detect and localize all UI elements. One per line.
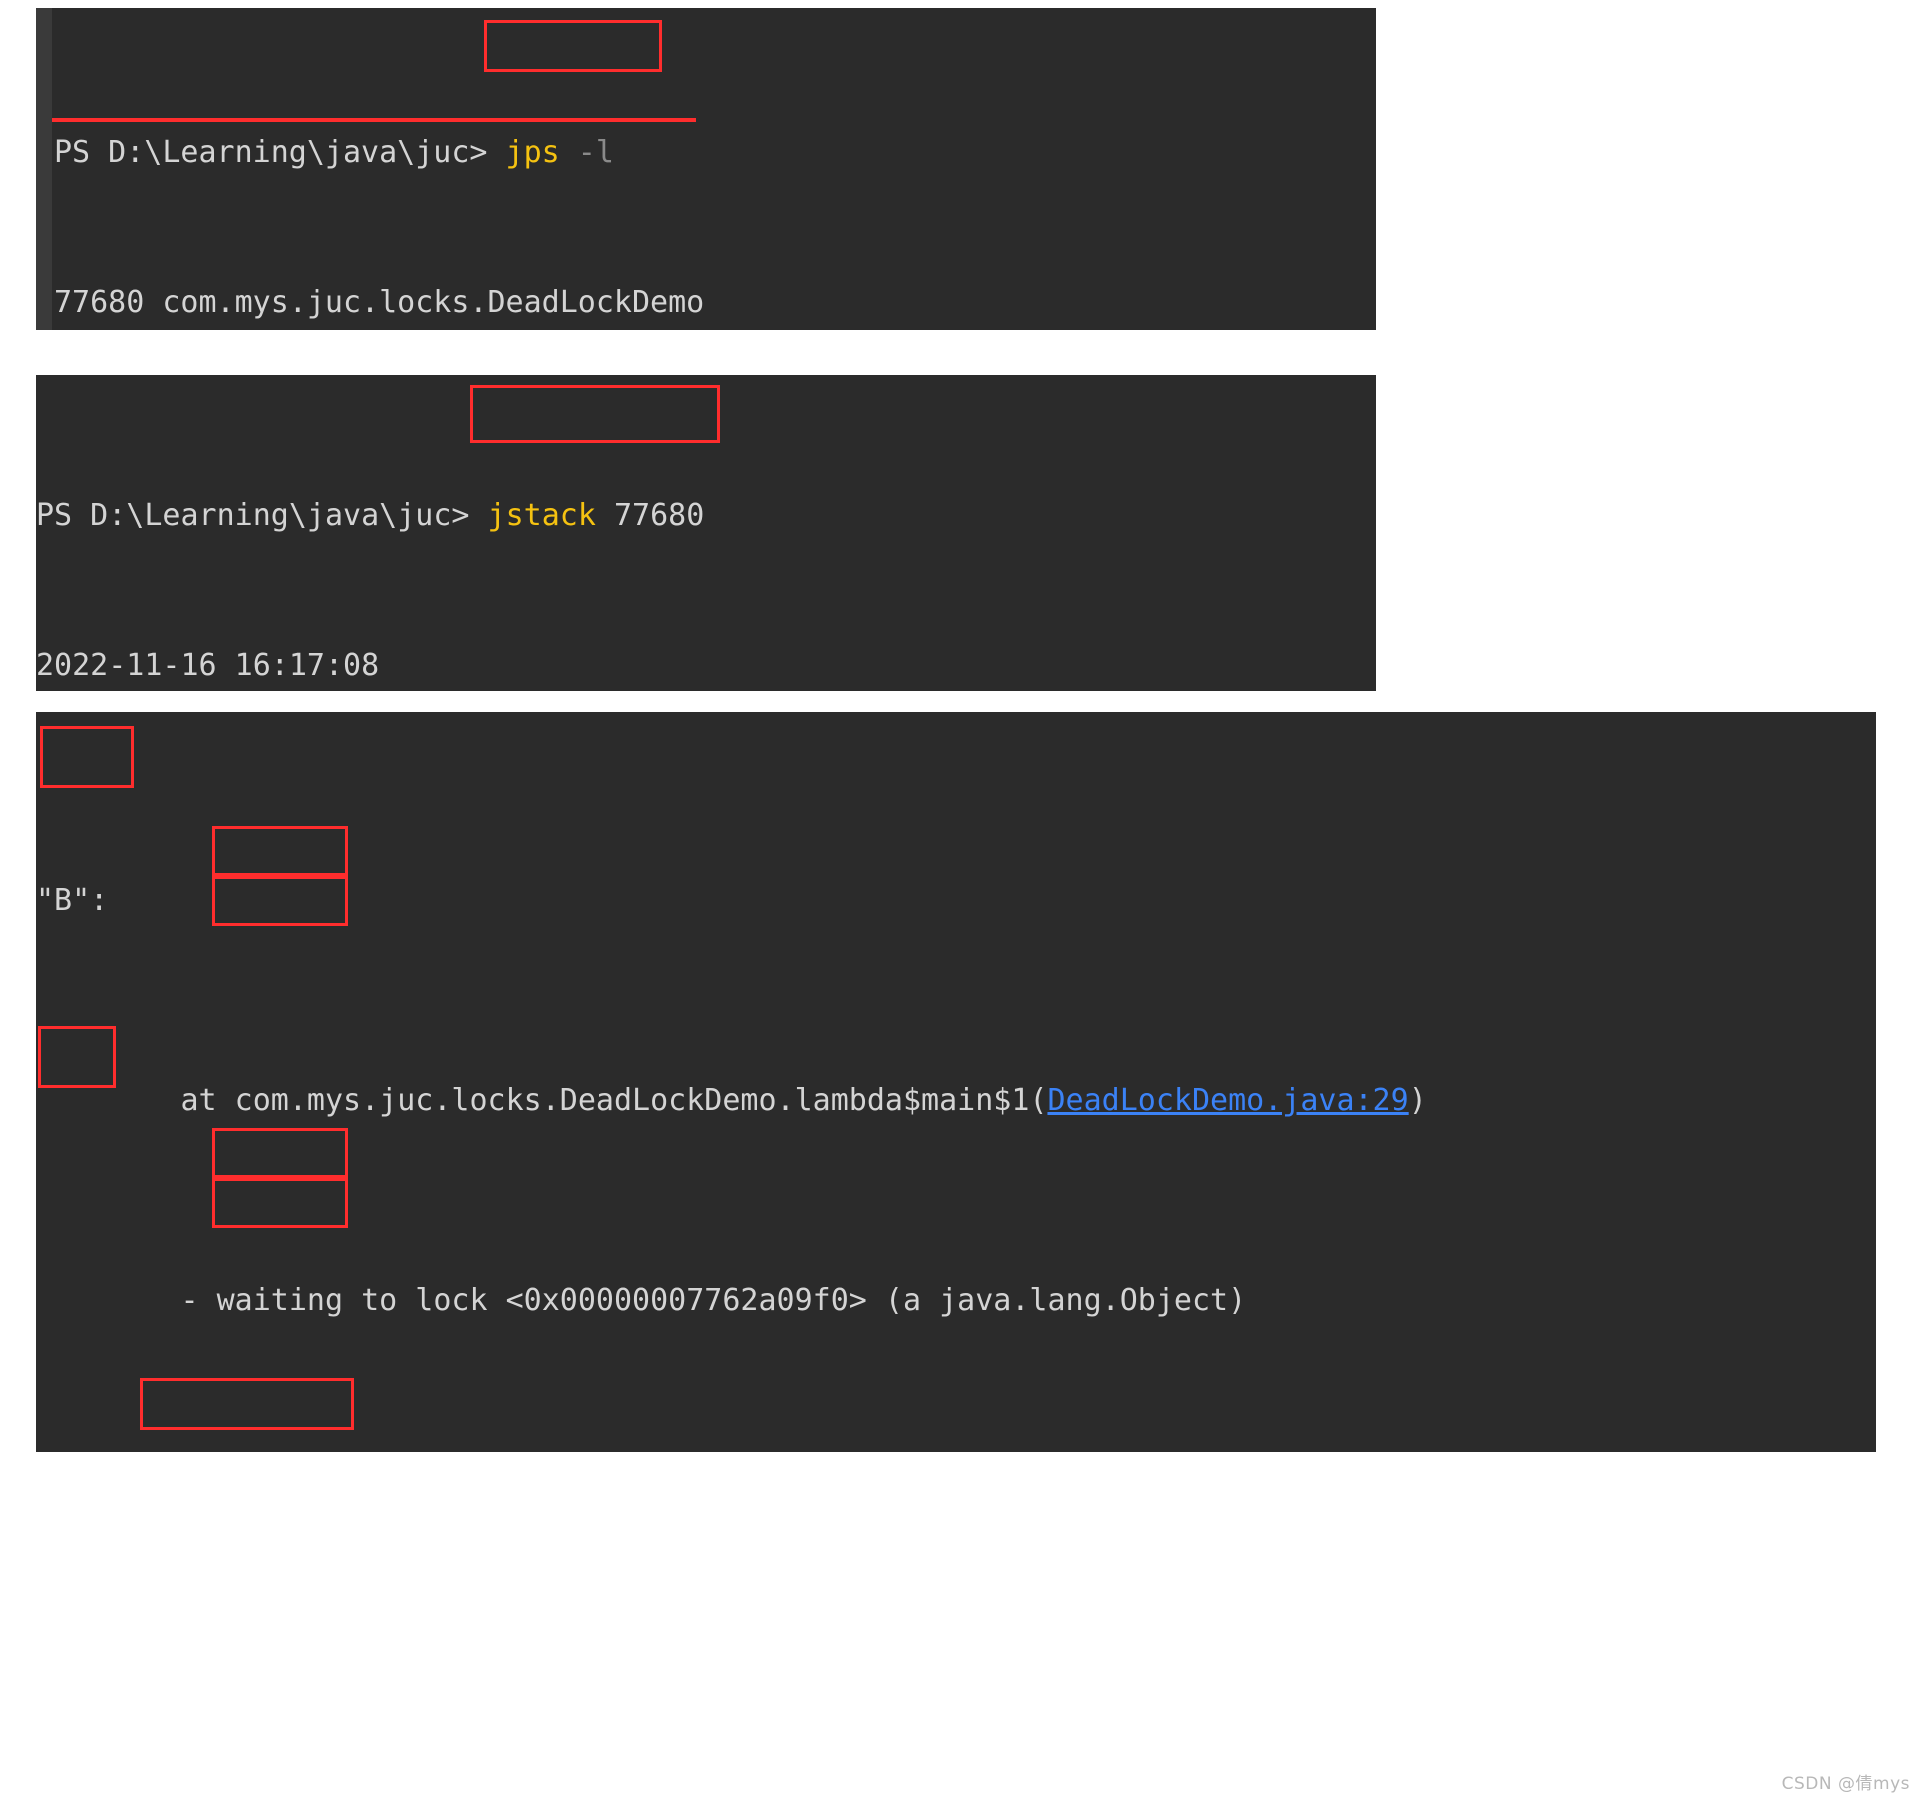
terminal-block-thread-dump: "B": at com.mys.juc.locks.DeadLockDemo.l… <box>36 712 1876 1452</box>
jps-prompt: PS D:\Learning\java\juc> <box>54 135 488 170</box>
jstack-command-arg: 77680 <box>613 498 705 533</box>
jstack-command-line: PS D:\Learning\java\juc> jstack 77680 <box>36 491 1138 541</box>
terminal-dump-lines: "B": at com.mys.juc.locks.DeadLockDemo.l… <box>36 726 1517 1452</box>
jps-output-line: 77680 com.mys.juc.locks.DeadLockDemo <box>54 285 705 320</box>
jstack-output-line: 2022-11-16 16:17:08 <box>36 648 380 683</box>
lock-keyword-waiting: waiting <box>216 1283 344 1318</box>
jstack-command[interactable]: jstack <box>488 498 596 533</box>
lock-state-line: - waiting to lock <0x00000007762a09f0> (… <box>36 1283 1247 1318</box>
terminal-block-jstack: PS D:\Learning\java\juc> jstack 77680 20… <box>36 375 1376 691</box>
jps-command[interactable]: jps <box>506 135 560 170</box>
source-link[interactable]: DeadLockDemo.java:29 <box>1047 1083 1408 1118</box>
terminal-jps-lines: PS D:\Learning\java\juc> jps -l 77680 co… <box>54 28 1084 330</box>
jstack-prompt: PS D:\Learning\java\juc> <box>36 498 470 533</box>
jps-command-line: PS D:\Learning\java\juc> jps -l <box>54 128 1084 178</box>
annotation-underline-pid <box>52 118 696 122</box>
terminal-gutter <box>36 8 52 330</box>
stack-frame-line: at com.mys.juc.locks.DeadLockDemo.lambda… <box>36 1083 1427 1118</box>
thread-b-label: "B": <box>36 883 109 918</box>
terminal-jstack-lines: PS D:\Learning\java\juc> jstack 77680 20… <box>36 391 1138 691</box>
jps-command-arg: -l <box>577 135 614 170</box>
watermark: CSDN @倩mys <box>1781 1774 1910 1794</box>
terminal-block-jps: PS D:\Learning\java\juc> jps -l 77680 co… <box>36 8 1376 330</box>
